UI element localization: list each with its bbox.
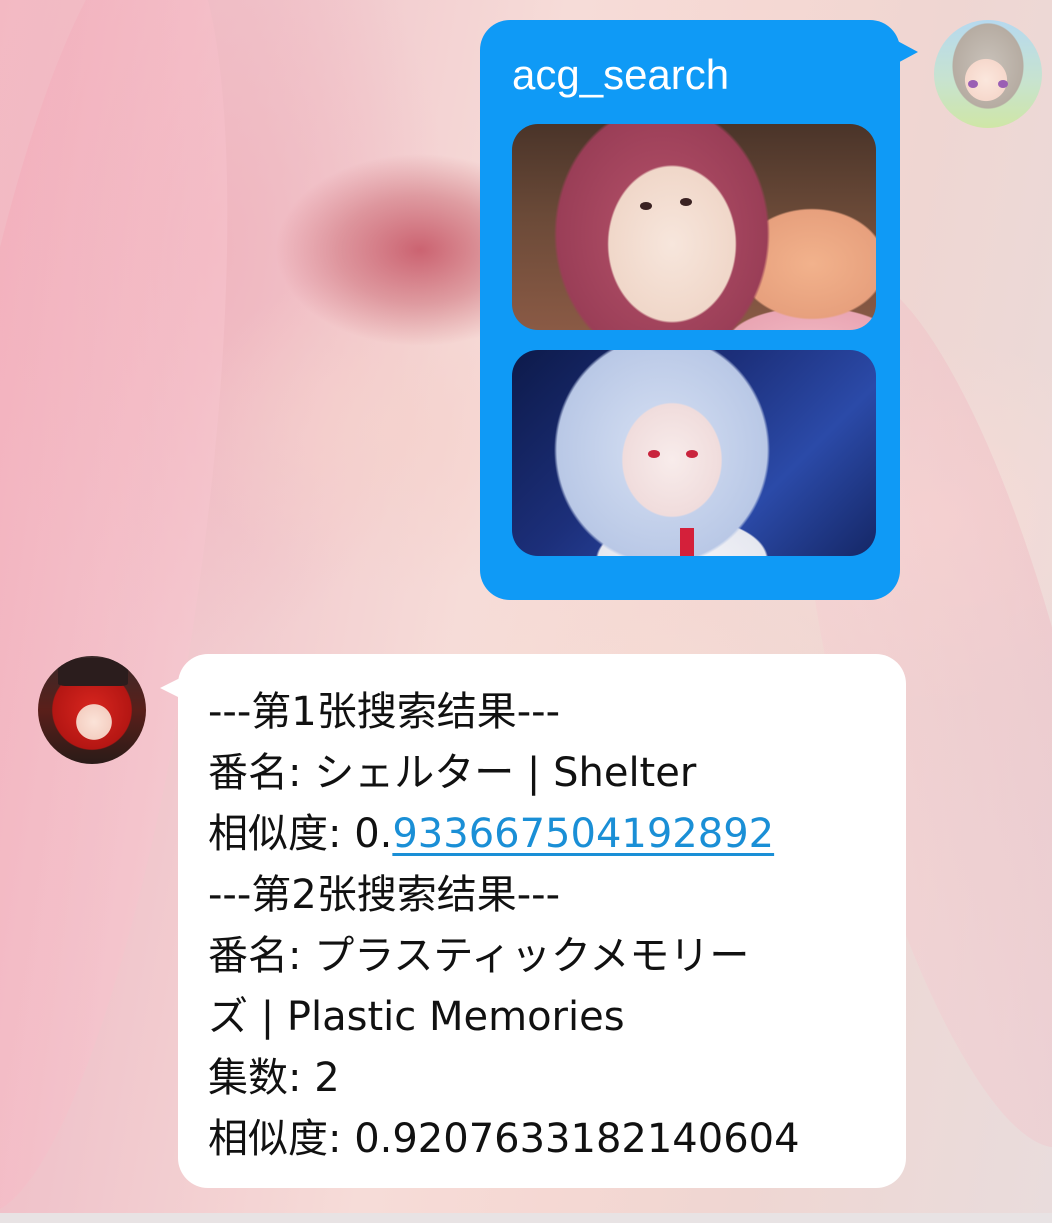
result-2-episode: 集数: 2 (208, 1055, 340, 1101)
similarity-number-link[interactable]: 933667504192892 (392, 811, 774, 857)
search-result-text: ---第1张搜索结果--- 番名: シェルター | Shelter 相似度: 0… (208, 682, 800, 1170)
result-1-header: ---第1张搜索结果--- (208, 689, 561, 735)
image-detail (680, 198, 692, 206)
avatar-eye (968, 80, 978, 88)
image-detail (640, 202, 652, 210)
result-2-header: ---第2张搜索结果--- (208, 872, 561, 918)
result-1-similarity: 相似度: 0.933667504192892 (208, 804, 800, 865)
search-image-2[interactable] (512, 350, 876, 556)
search-image-1[interactable] (512, 124, 876, 330)
avatar-hat (58, 658, 128, 686)
bottom-divider (0, 1213, 1052, 1223)
result-2-similarity: 相似度: 0.9207633182140604 (208, 1116, 800, 1162)
result-1-title: 番名: シェルター | Shelter (208, 750, 697, 796)
incoming-message-bubble[interactable]: ---第1张搜索结果--- 番名: シェルター | Shelter 相似度: 0… (178, 654, 906, 1188)
avatar-eye (998, 80, 1008, 88)
image-detail (686, 450, 698, 458)
image-detail (648, 450, 660, 458)
result-2-title-line-1: 番名: プラスティックメモリー (208, 933, 750, 979)
bot-avatar[interactable] (38, 656, 146, 764)
similarity-prefix: 相似度: 0. (208, 811, 393, 857)
user-avatar[interactable] (934, 20, 1042, 128)
outgoing-message-bubble[interactable]: acg_search (480, 20, 900, 600)
command-text: acg_search (512, 51, 730, 98)
image-detail (680, 528, 694, 556)
result-2-title-line-2: ズ | Plastic Memories (208, 994, 625, 1040)
